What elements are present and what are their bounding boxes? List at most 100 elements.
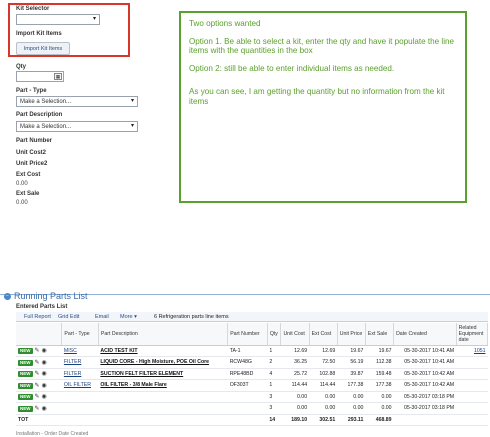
kit-selector-label: Kit Selector bbox=[16, 6, 50, 12]
col-part-type[interactable]: Part - Type bbox=[61, 323, 99, 346]
col-unit-price[interactable]: Unit Price bbox=[337, 323, 366, 346]
edit-pencil-icon[interactable]: ✎ bbox=[35, 347, 40, 354]
part-description-cell[interactable]: ACID TEST KIT bbox=[98, 345, 228, 357]
table-row: NEW ✎ ◉ FILTER SUCTION FELT FILTER ELEMENT… bbox=[16, 368, 488, 380]
calculator-icon[interactable]: ▦ bbox=[54, 73, 62, 80]
col-unit-cost[interactable]: Unit Cost bbox=[280, 323, 310, 346]
unit-price-cell: 177.38 bbox=[337, 379, 366, 392]
unit-cost-cell: 114.44 bbox=[280, 379, 310, 392]
note-line-1: Two options wanted bbox=[189, 19, 261, 28]
new-badge[interactable]: NEW bbox=[18, 382, 33, 389]
part-type-cell[interactable]: MISC bbox=[61, 345, 99, 357]
part-number-cell bbox=[227, 402, 268, 415]
part-number-cell: RCW48G bbox=[227, 356, 268, 369]
email-link[interactable]: Email bbox=[95, 314, 109, 320]
qty-input[interactable]: ▦ bbox=[16, 71, 64, 82]
col-qty[interactable]: Qty bbox=[267, 323, 282, 346]
more-menu[interactable]: More ▾ bbox=[120, 314, 137, 320]
related-equipment-cell bbox=[456, 368, 488, 380]
date-created-cell: 05-30-2017 10:42 AM bbox=[393, 368, 457, 380]
edit-pencil-icon[interactable]: ✎ bbox=[35, 405, 40, 412]
parts-table: Part - Type Part Description Part Number… bbox=[16, 323, 489, 426]
unit-price-cell: 39.87 bbox=[337, 368, 366, 380]
col-part-description[interactable]: Part Description bbox=[98, 323, 229, 346]
kit-selector-dropdown[interactable]: ▾ bbox=[16, 14, 100, 25]
chevron-down-icon: ▾ bbox=[130, 123, 134, 129]
total-qty: 14 bbox=[267, 414, 281, 426]
row-actions: NEW ✎ ◉ bbox=[16, 345, 62, 357]
chevron-down-icon: ▾ bbox=[92, 16, 96, 22]
part-number-cell: TA-1 bbox=[227, 345, 268, 357]
part-type-cell bbox=[61, 391, 99, 403]
chevron-down-icon: ▾ bbox=[134, 314, 137, 320]
part-description-cell bbox=[98, 391, 228, 403]
new-badge[interactable]: NEW bbox=[18, 371, 33, 378]
unit-price-cell: 56.19 bbox=[337, 356, 366, 369]
part-description-cell bbox=[98, 402, 228, 415]
qty-cell: 3 bbox=[267, 391, 281, 403]
ext-cost-cell: 102.88 bbox=[309, 368, 338, 380]
related-equipment-link[interactable]: 1051 bbox=[456, 345, 488, 357]
part-description-cell[interactable]: SUCTION FELT FILTER ELEMENT bbox=[98, 368, 228, 380]
qty-cell: 1 bbox=[267, 345, 281, 357]
part-description-cell[interactable]: LIQUID CORE - High Moisture, POE Oil Cor… bbox=[98, 356, 228, 369]
part-type-cell[interactable]: FILTER bbox=[61, 356, 99, 369]
new-badge[interactable]: NEW bbox=[18, 359, 33, 366]
edit-pencil-icon[interactable]: ✎ bbox=[35, 382, 40, 389]
row-actions: NEW ✎ ◉ bbox=[16, 402, 62, 415]
part-type-cell[interactable]: FILTER bbox=[61, 368, 99, 380]
import-kit-items-button[interactable]: Import Kit Items bbox=[16, 42, 70, 55]
view-eye-icon[interactable]: ◉ bbox=[42, 370, 47, 377]
related-equipment-cell bbox=[456, 356, 488, 369]
date-created-cell: 05-30-2017 03:18 PM bbox=[393, 402, 457, 415]
part-type-cell[interactable]: OIL FILTER bbox=[61, 379, 99, 392]
new-badge[interactable]: NEW bbox=[18, 348, 33, 355]
part-description-dropdown[interactable]: Make a Selection... ▾ bbox=[16, 121, 138, 132]
row-actions: NEW ✎ ◉ bbox=[16, 356, 62, 369]
note-line-3: Option 2: still be able to enter individ… bbox=[189, 63, 395, 73]
col-related-equipment[interactable]: Related Equipment date bbox=[456, 323, 489, 346]
part-type-dropdown[interactable]: Make a Selection... ▾ bbox=[16, 96, 138, 107]
total-unit-cost: 189.10 bbox=[280, 414, 310, 426]
grid-edit-link[interactable]: Grid Edit bbox=[58, 314, 79, 320]
table-header-row: Part - Type Part Description Part Number… bbox=[16, 323, 489, 346]
ext-sale-cell: 19.67 bbox=[365, 345, 394, 357]
view-eye-icon[interactable]: ◉ bbox=[42, 347, 47, 354]
section-subtitle: Entered Parts List bbox=[16, 304, 68, 310]
ext-sale-value: 0.00 bbox=[16, 200, 28, 206]
full-report-link[interactable]: Full Report bbox=[24, 314, 51, 320]
footer-text: Installation - Order Date Created bbox=[16, 431, 89, 437]
row-actions: NEW ✎ ◉ bbox=[16, 391, 62, 403]
unit-cost2-label: Unit Cost2 bbox=[16, 150, 46, 156]
collapse-icon[interactable]: − bbox=[4, 293, 11, 300]
part-type-cell bbox=[61, 402, 99, 415]
edit-pencil-icon[interactable]: ✎ bbox=[35, 393, 40, 400]
view-eye-icon[interactable]: ◉ bbox=[42, 393, 47, 400]
col-part-number[interactable]: Part Number bbox=[227, 323, 268, 346]
part-number-cell: OF303T bbox=[227, 379, 268, 392]
part-number-label: Part Number bbox=[16, 138, 53, 144]
part-number-cell: RPE48BD bbox=[227, 368, 268, 380]
col-ext-sale[interactable]: Ext Sale bbox=[365, 323, 395, 346]
qty-cell: 2 bbox=[267, 356, 281, 369]
new-badge[interactable]: NEW bbox=[18, 394, 33, 401]
new-badge[interactable]: NEW bbox=[18, 405, 33, 412]
chevron-down-icon: ▾ bbox=[130, 98, 134, 104]
view-eye-icon[interactable]: ◉ bbox=[42, 382, 47, 389]
unit-price-cell: 19.67 bbox=[337, 345, 366, 357]
related-equipment-cell bbox=[456, 391, 488, 403]
unit-cost-cell: 25.72 bbox=[280, 368, 310, 380]
table-row: NEW ✎ ◉ FILTER LIQUID CORE - High Moisture… bbox=[16, 356, 488, 369]
annotation-note-box: Two options wanted Option 1. Be able to … bbox=[179, 11, 467, 203]
part-description-cell[interactable]: OIL FILTER - 3/8 Male Flare bbox=[98, 379, 228, 392]
edit-pencil-icon[interactable]: ✎ bbox=[35, 370, 40, 377]
col-ext-cost[interactable]: Ext Cost bbox=[309, 323, 338, 346]
view-eye-icon[interactable]: ◉ bbox=[42, 405, 47, 412]
unit-cost-cell: 0.00 bbox=[280, 402, 310, 415]
col-date-created[interactable]: Date Created bbox=[393, 323, 457, 346]
qty-label: Qty bbox=[16, 64, 27, 70]
edit-pencil-icon[interactable]: ✎ bbox=[35, 359, 40, 366]
ext-cost-cell: 0.00 bbox=[309, 391, 338, 403]
view-eye-icon[interactable]: ◉ bbox=[42, 359, 47, 366]
qty-cell: 3 bbox=[267, 402, 281, 415]
